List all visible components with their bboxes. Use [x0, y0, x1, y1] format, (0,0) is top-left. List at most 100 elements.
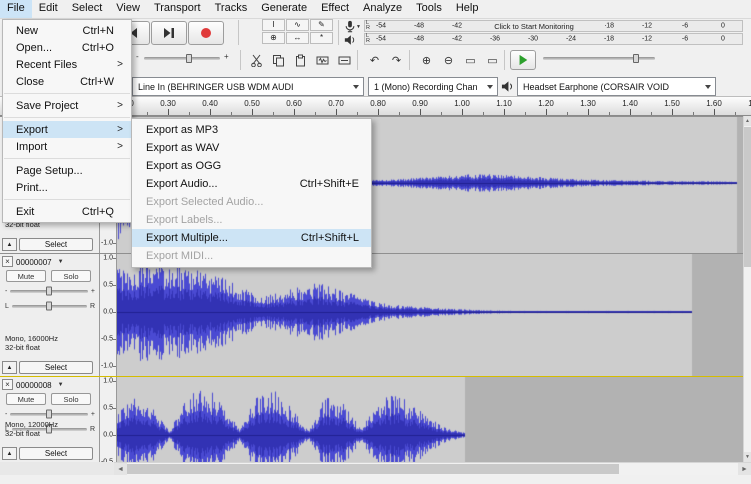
playback-meter[interactable]: L R -54 -48 -42 -36 -30 -24 -18 -12 -6 0	[364, 33, 743, 45]
menu-generate[interactable]: Generate	[254, 0, 314, 18]
scroll-right-icon[interactable]: ►	[738, 463, 751, 475]
monitor-text[interactable]: Click to Start Monitoring	[463, 21, 605, 31]
play-speed-slider[interactable]	[543, 54, 655, 63]
play-speed-thumb[interactable]	[633, 54, 639, 63]
copy-button[interactable]	[268, 50, 289, 70]
waveform-clip[interactable]	[117, 377, 743, 462]
paste-button[interactable]	[290, 50, 311, 70]
menu-help[interactable]: Help	[449, 0, 486, 18]
track-title-button[interactable]: 00000008 ▼	[16, 379, 97, 391]
file-menu-item-import[interactable]: Import >	[3, 138, 131, 155]
menu-tools[interactable]: Tools	[409, 0, 449, 18]
select-button[interactable]: Select	[19, 361, 93, 374]
gain-slider[interactable]: -+	[5, 285, 95, 297]
mute-button[interactable]: Mute	[6, 393, 46, 405]
file-menu-item-page-setup[interactable]: Page Setup...	[3, 162, 131, 179]
gain-slider[interactable]: -+	[5, 408, 95, 420]
zoom-out-button[interactable]: ⊖	[438, 50, 459, 70]
gain-slider-thumb[interactable]	[46, 286, 53, 296]
export-menu-item-export-audio[interactable]: Export Audio... Ctrl+Shift+E	[132, 175, 371, 193]
mute-button[interactable]: Mute	[6, 270, 46, 282]
playback-volume-thumb[interactable]	[186, 54, 192, 63]
speaker-icon	[344, 33, 356, 51]
gain-slider-thumb[interactable]	[46, 409, 53, 419]
menu-transport[interactable]: Transport	[147, 0, 208, 18]
file-menu-item-save-project[interactable]: Save Project >	[3, 97, 131, 114]
menu-file[interactable]: File	[0, 0, 32, 18]
file-menu-item-recent-files[interactable]: Recent Files >	[3, 56, 131, 73]
trim-audio-button[interactable]	[312, 50, 333, 70]
waveform-clip[interactable]	[117, 254, 743, 377]
scroll-left-icon[interactable]: ◄	[114, 463, 127, 475]
vertical-scrollbar-thumb[interactable]	[744, 127, 751, 267]
menu-select[interactable]: Select	[65, 0, 110, 18]
collapse-button[interactable]: ▲	[2, 361, 17, 374]
file-menu-item-new[interactable]: New Ctrl+N	[3, 22, 131, 39]
scroll-down-icon[interactable]: ▼	[744, 452, 751, 462]
collapse-button[interactable]: ▲	[2, 447, 17, 460]
multi-tool-button[interactable]: *	[310, 32, 333, 44]
menu-item-label: Print...	[16, 181, 48, 194]
draw-tool-button[interactable]: ✎	[310, 19, 333, 31]
track-control-panel: × 00000007 ▼ Mute Solo - + L R Mono, 16000Hz 32-bi…	[0, 254, 100, 376]
recording-meter[interactable]: L R Click to Start Monitoring -54 -48 -42-…	[364, 20, 743, 32]
horizontal-scrollbar[interactable]: ◄ ►	[114, 462, 751, 475]
file-menu-item-open[interactable]: Open... Ctrl+O	[3, 39, 131, 56]
cut-button[interactable]	[246, 50, 267, 70]
collapse-button[interactable]: ▲	[2, 238, 17, 251]
file-menu-item-close[interactable]: Close Ctrl+W	[3, 73, 131, 90]
select-button[interactable]: Select	[19, 447, 93, 460]
undo-button[interactable]: ↶	[364, 50, 385, 70]
input-device-combo[interactable]: Line In (BEHRINGER USB WDM AUDI	[132, 77, 364, 96]
silence-audio-button[interactable]	[334, 50, 355, 70]
menu-edit[interactable]: Edit	[32, 0, 65, 18]
time-shift-tool-button[interactable]: ↔	[286, 32, 309, 44]
track-close-button[interactable]: ×	[2, 379, 13, 390]
file-menu-item-print[interactable]: Print...	[3, 179, 131, 196]
solo-button[interactable]: Solo	[51, 393, 91, 405]
scrollbar-corner	[0, 462, 114, 475]
output-device-combo[interactable]: Headset Earphone (CORSAIR VOID	[517, 77, 716, 96]
amplitude-ruler[interactable]: 1.00.50.0-0.5-1.0	[100, 377, 117, 462]
horizontal-scrollbar-thumb[interactable]	[127, 464, 619, 474]
zoom-tool-button[interactable]: ⊕	[262, 32, 285, 44]
menu-view[interactable]: View	[109, 0, 147, 18]
menu-item-label: Save Project	[16, 99, 79, 112]
select-button[interactable]: Select	[19, 238, 93, 251]
record-button[interactable]	[188, 21, 224, 45]
amplitude-ruler[interactable]: 1.00.50.0-0.5-1.0	[100, 254, 117, 376]
scroll-up-icon[interactable]: ▲	[744, 116, 751, 126]
vertical-scrollbar[interactable]: ▲ ▼	[743, 116, 751, 462]
file-menu-item-export[interactable]: Export >	[3, 121, 131, 138]
export-menu-item-export-as-wav[interactable]: Export as WAV	[132, 139, 371, 157]
playback-volume-slider[interactable]	[144, 54, 220, 63]
waveform-canvas[interactable]	[117, 254, 743, 377]
recording-channels-combo[interactable]: 1 (Mono) Recording Chan	[368, 77, 498, 96]
selection-tool-button[interactable]: I	[262, 19, 285, 31]
zoom-in-button[interactable]: ⊕	[416, 50, 437, 70]
play-at-speed-button[interactable]	[510, 50, 536, 70]
menu-analyze[interactable]: Analyze	[356, 0, 409, 18]
track-title-button[interactable]: 00000007 ▼	[16, 256, 97, 268]
pan-slider-thumb[interactable]	[46, 301, 53, 311]
export-menu-item-export-as-mp3[interactable]: Export as MP3	[132, 121, 371, 139]
fit-project-button[interactable]: ▭	[482, 50, 503, 70]
file-menu-item-exit[interactable]: Exit Ctrl+Q	[3, 203, 131, 220]
db-tick-label: -54	[375, 22, 387, 30]
fit-selection-button[interactable]: ▭	[460, 50, 481, 70]
paste-icon	[296, 54, 305, 66]
export-menu-item-export-as-ogg[interactable]: Export as OGG	[132, 157, 371, 175]
meter-dropdown-icon[interactable]: ▼	[356, 24, 361, 30]
track-close-button[interactable]: ×	[2, 256, 13, 267]
export-menu-item-export-selected-audio: Export Selected Audio...	[132, 193, 371, 211]
envelope-tool-button[interactable]: ∿	[286, 19, 309, 31]
menu-item-shortcut: Ctrl+Shift+E	[299, 178, 359, 190]
skip-to-end-button[interactable]	[151, 21, 187, 45]
waveform-canvas[interactable]	[117, 377, 743, 462]
pan-slider[interactable]: LR	[5, 300, 95, 312]
menu-effect[interactable]: Effect	[314, 0, 356, 18]
solo-button[interactable]: Solo	[51, 270, 91, 282]
menu-tracks[interactable]: Tracks	[208, 0, 255, 18]
export-menu-item-export-multiple[interactable]: Export Multiple... Ctrl+Shift+L	[132, 229, 371, 247]
redo-button[interactable]: ↷	[386, 50, 407, 70]
